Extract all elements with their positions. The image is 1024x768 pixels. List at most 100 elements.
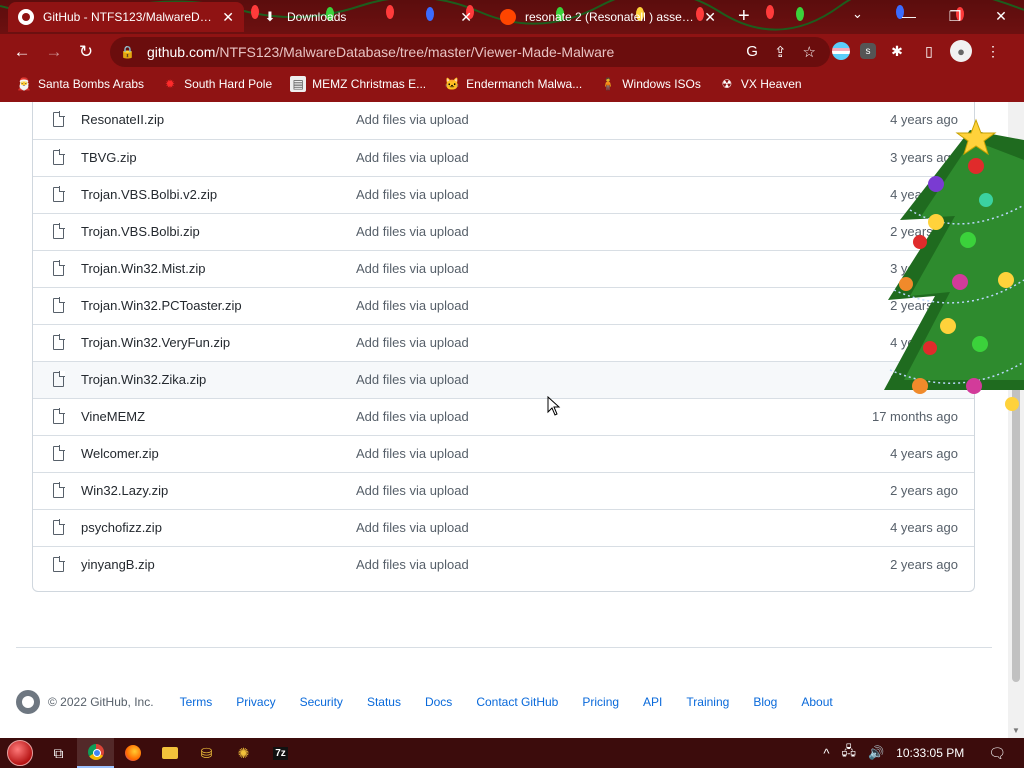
footer-link-pricing[interactable]: Pricing — [582, 695, 619, 709]
footer-link-docs[interactable]: Docs — [425, 695, 452, 709]
footer-link-privacy[interactable]: Privacy — [236, 695, 275, 709]
kebab-menu-icon[interactable]: ⋮ — [982, 40, 1004, 62]
commit-message-link[interactable]: Add files via upload — [356, 224, 469, 239]
file-row[interactable]: Trojan.Win32.Mist.zip Add files via uploa… — [33, 250, 974, 287]
task-view-icon[interactable]: ⧉ — [40, 738, 77, 768]
bookmark-memz-christmas[interactable]: ▤ MEMZ Christmas E... — [290, 76, 426, 92]
forward-arrow-icon[interactable]: → — [38, 36, 70, 68]
github-logo-icon[interactable] — [16, 690, 40, 714]
taskbar-bug-app[interactable]: ✺ — [225, 738, 262, 768]
commit-message-link[interactable]: Add files via upload — [356, 409, 469, 424]
file-name-link[interactable]: psychofizz.zip — [81, 520, 162, 535]
scrollbar-thumb[interactable] — [1012, 252, 1020, 682]
bookmark-santa-bombs-arabs[interactable]: 🎅 Santa Bombs Arabs — [16, 76, 145, 92]
file-row[interactable]: Trojan.Win32.PCToaster.zip Add files via … — [33, 287, 974, 324]
lock-icon[interactable]: 🔒 — [120, 45, 135, 59]
footer-link-about[interactable]: About — [801, 695, 832, 709]
url-text[interactable]: github.com/NTFS123/MalwareDatabase/tree/… — [147, 44, 614, 60]
address-bar[interactable]: 🔒 github.com/NTFS123/MalwareDatabase/tre… — [110, 37, 830, 67]
taskbar-clock[interactable]: 10:33:05 PM — [896, 746, 964, 760]
volume-icon[interactable]: 🔊 — [868, 745, 884, 761]
commit-message-link[interactable]: Add files via upload — [356, 520, 469, 535]
file-icon — [53, 482, 65, 498]
file-row[interactable]: Welcomer.zip Add files via upload 4 years … — [33, 435, 974, 472]
footer-link-training[interactable]: Training — [686, 695, 729, 709]
footer-link-api[interactable]: API — [643, 695, 662, 709]
file-name-link[interactable]: Trojan.VBS.Bolbi.zip — [81, 224, 200, 239]
scroll-down-arrow-icon[interactable]: ▼ — [1012, 726, 1020, 735]
bookmark-endermanch-malware[interactable]: 🐱 Endermanch Malwa... — [444, 76, 583, 92]
close-icon[interactable]: ✕ — [214, 9, 234, 26]
file-name-link[interactable]: Trojan.Win32.Zika.zip — [81, 372, 206, 387]
share-icon[interactable]: ⇪ — [774, 43, 787, 61]
commit-message-link[interactable]: Add files via upload — [356, 187, 469, 202]
file-row[interactable]: Trojan.VBS.Bolbi.zip Add files via upload… — [33, 213, 974, 250]
file-name-link[interactable]: yinyangB.zip — [81, 557, 155, 572]
taskbar-installer[interactable]: ⛁ — [188, 738, 225, 768]
notification-icon[interactable]: 🗨 — [988, 745, 1006, 762]
commit-message-link[interactable]: Add files via upload — [356, 261, 469, 276]
reload-icon[interactable]: ↻ — [70, 36, 102, 68]
restore-icon[interactable]: ❐ — [932, 0, 978, 32]
footer-link-terms[interactable]: Terms — [180, 695, 213, 709]
file-name-link[interactable]: Trojan.Win32.PCToaster.zip — [81, 298, 242, 313]
pride-flag-extension-icon[interactable] — [832, 42, 850, 60]
file-row[interactable]: VineMEMZ Add files via upload 17 months ag… — [33, 398, 974, 435]
footer-link-status[interactable]: Status — [367, 695, 401, 709]
file-name-link[interactable]: Trojan.VBS.Bolbi.v2.zip — [81, 187, 217, 202]
footer-link-security[interactable]: Security — [300, 695, 343, 709]
file-row[interactable]: yinyangB.zip Add files via upload 2 years … — [33, 546, 974, 583]
close-icon[interactable]: ✕ — [452, 9, 472, 26]
file-row[interactable]: Trojan.Win32.VeryFun.zip Add files via up… — [33, 324, 974, 361]
profile-avatar-icon[interactable]: ● — [950, 40, 972, 62]
commit-message-link[interactable]: Add files via upload — [356, 372, 469, 387]
file-row[interactable]: psychofizz.zip Add files via upload 4 year… — [33, 509, 974, 546]
s-extension-icon[interactable]: s — [860, 43, 876, 59]
footer-link-contact[interactable]: Contact GitHub — [476, 695, 558, 709]
file-row[interactable]: ResonateII.zip Add files via upload 4 year… — [33, 102, 974, 139]
commit-message-link[interactable]: Add files via upload — [356, 557, 469, 572]
file-row[interactable]: Trojan.VBS.Bolbi.v2.zip Add files via upl… — [33, 176, 974, 213]
bookmark-star-icon[interactable]: ☆ — [803, 43, 816, 61]
page-scrollbar[interactable]: ▼ — [1008, 102, 1024, 738]
bookmark-south-hard-pole[interactable]: ✹ South Hard Pole — [162, 76, 272, 92]
footer-link-blog[interactable]: Blog — [753, 695, 777, 709]
commit-message-link[interactable]: Add files via upload — [356, 150, 469, 165]
file-row[interactable]: Win32.Lazy.zip Add files via upload 2 year… — [33, 472, 974, 509]
tray-chevron-up-icon[interactable]: ^ — [823, 746, 829, 761]
file-name-link[interactable]: Trojan.Win32.Mist.zip — [81, 261, 206, 276]
window-close-icon[interactable]: ✕ — [978, 0, 1024, 32]
file-name-link[interactable]: VineMEMZ — [81, 409, 145, 424]
file-name-link[interactable]: ResonateII.zip — [81, 112, 164, 127]
file-name-link[interactable]: Welcomer.zip — [81, 446, 159, 461]
commit-message-link[interactable]: Add files via upload — [356, 335, 469, 350]
tab-search-chevron-icon[interactable]: ⌄ — [852, 6, 863, 22]
bookmark-vx-heaven[interactable]: ☢ VX Heaven — [719, 76, 802, 92]
bookmark-windows-isos[interactable]: 🧍 Windows ISOs — [600, 76, 701, 92]
taskbar-chrome[interactable] — [77, 738, 114, 768]
new-tab-button[interactable]: + — [738, 6, 750, 26]
commit-message-link[interactable]: Add files via upload — [356, 483, 469, 498]
commit-message-link[interactable]: Add files via upload — [356, 298, 469, 313]
file-name-link[interactable]: TBVG.zip — [81, 150, 137, 165]
commit-message-link[interactable]: Add files via upload — [356, 112, 469, 127]
taskbar-7zip[interactable]: 7z — [262, 738, 299, 768]
taskbar-explorer[interactable] — [151, 738, 188, 768]
tab-reddit[interactable]: resonate 2 (Resonatell ) assemb ✕ — [490, 2, 726, 32]
file-name-link[interactable]: Win32.Lazy.zip — [81, 483, 168, 498]
minimize-icon[interactable]: — — [886, 0, 932, 32]
file-row[interactable]: TBVG.zip Add files via upload 3 years ago — [33, 139, 974, 176]
close-icon[interactable]: ✕ — [696, 9, 716, 26]
network-icon[interactable]: 🖧 — [841, 742, 856, 764]
back-arrow-icon[interactable]: ← — [6, 36, 38, 68]
start-button[interactable] — [0, 738, 40, 768]
commit-message-link[interactable]: Add files via upload — [356, 446, 469, 461]
file-name-link[interactable]: Trojan.Win32.VeryFun.zip — [81, 335, 230, 350]
puzzle-extensions-icon[interactable]: ✱ — [886, 40, 908, 62]
tab-downloads[interactable]: ⬇ Downloads ✕ — [252, 2, 482, 32]
side-panel-icon[interactable]: ▯ — [918, 40, 940, 62]
tab-github[interactable]: GitHub - NTFS123/MalwareDatab ✕ — [8, 2, 244, 32]
file-row[interactable]: Trojan.Win32.Zika.zip Add files via uploa… — [33, 361, 974, 398]
google-lens-icon[interactable]: G — [746, 43, 758, 61]
taskbar-firefox[interactable] — [114, 738, 151, 768]
